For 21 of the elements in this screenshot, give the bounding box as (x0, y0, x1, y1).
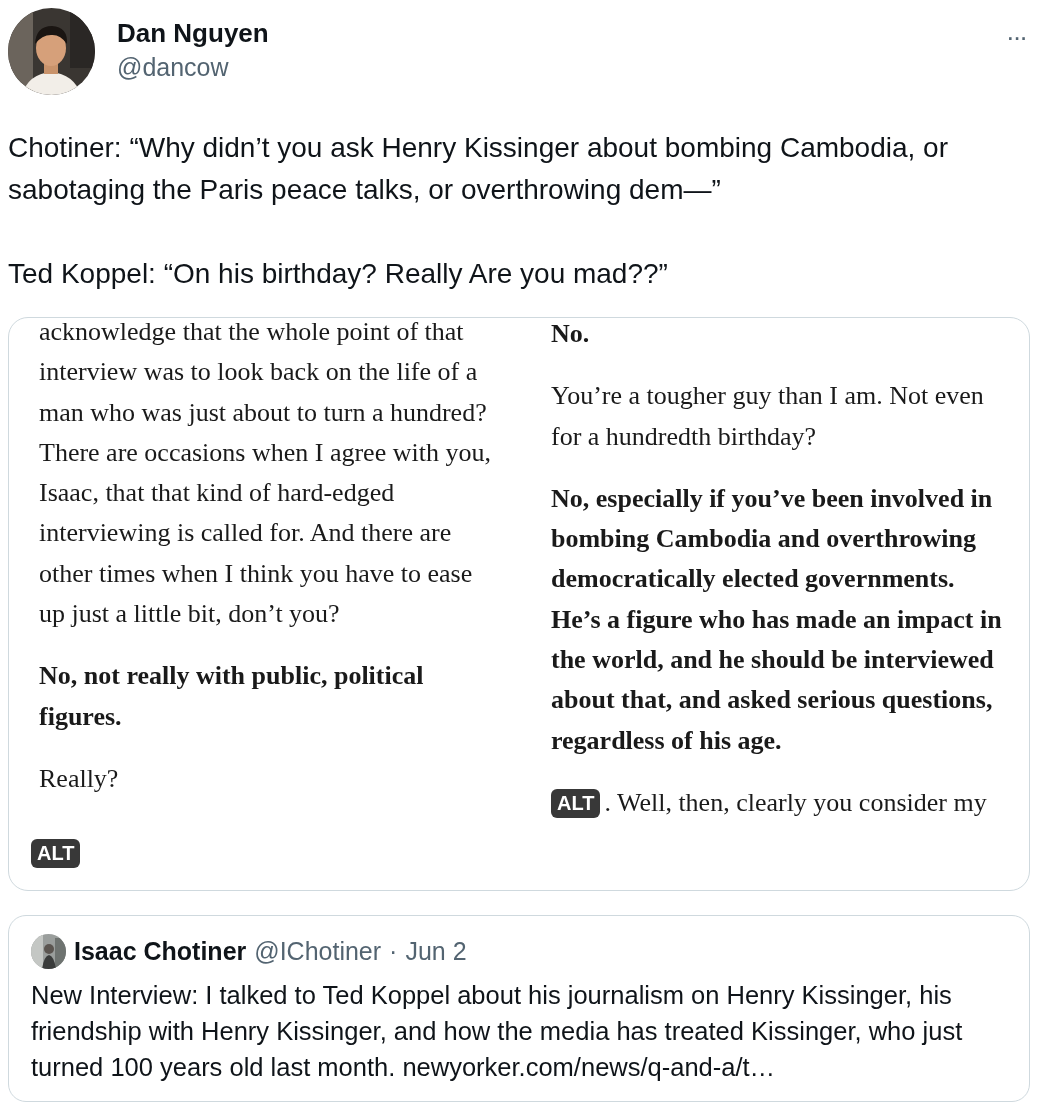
quoted-tweet[interactable] (8, 915, 1030, 1102)
media-grid[interactable] (8, 317, 1030, 891)
quoted-author-name: Isaac Chotiner (74, 937, 247, 966)
quoted-text: New Interview: I talked to Ted Koppel about his journalism on Henry Kissinger, his friendship with Henry Kissinger, and how the media has treated Kissinger, who just turned 100 years old last month. newyorker.com/news/q-and-a/t… (31, 980, 964, 1083)
quoted-author-handle: @IChotiner (254, 937, 382, 966)
alt-badge[interactable]: ALT (31, 839, 81, 868)
alt-badge[interactable]: ALT (551, 788, 601, 818)
author-name[interactable]: Dan Nguyen (117, 16, 980, 50)
separator: · (389, 937, 398, 966)
tweet-text: Chotiner: “Why didn’t you ask Henry Kissinger about bombing Cambodia, or sabotaging the Paris peace talks, or overthrowing dem—” (8, 131, 949, 207)
document-paragraph: . Well, then, clearly you consider my (604, 786, 987, 819)
document-paragraph: acknowledge that the whole point of that interview was to look back on the life of a man who was just about to turn a hundred? There are occasions when I agree with you, Isaac, that that kind of hard-edged interviewing is called for. And there are other times when I think you have to ease up just a little bit, don’t you? (39, 318, 491, 631)
document-paragraph: You’re a tougher guy than I am. Not even for a hundredth birthday? (551, 380, 985, 453)
document-paragraph: No, not really with public, political figures. (39, 660, 425, 733)
tweet-text: Ted Koppel: “On his birthday? Really Are you mad??” (8, 257, 669, 291)
author-handle[interactable]: @dancow (117, 50, 980, 84)
document-paragraph: No. (551, 318, 591, 350)
document-paragraph: Really? (39, 762, 120, 795)
quoted-date: Jun 2 (405, 937, 467, 966)
document-paragraph: No, especially if you’ve been involved in bombing Cambodia and overthrowing democratically elected governments. He’s a figure who has made an impact in the world, and he should be interviewed about that, and asked serious questions, regardless of his age. (551, 482, 1003, 757)
more-button[interactable]: ··· (1002, 22, 1030, 53)
